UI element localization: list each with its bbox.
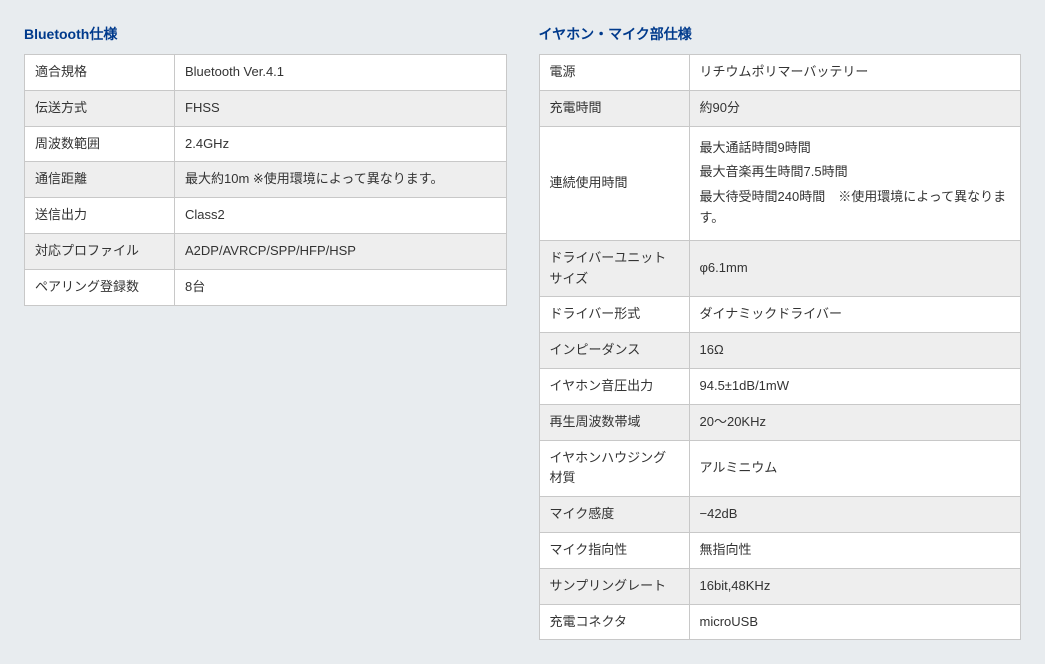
spec-value: 無指向性	[689, 532, 1021, 568]
table-row: マイク感度 −42dB	[539, 497, 1021, 533]
spec-value: FHSS	[175, 90, 507, 126]
right-column: イヤホン・マイク部仕様 電源 リチウムポリマーバッテリー 充電時間 約90分 連…	[539, 24, 1022, 640]
table-row: ドライバーユニットサイズ φ6.1mm	[539, 240, 1021, 297]
spec-label: 充電時間	[539, 90, 689, 126]
table-row: ペアリング登録数 8台	[25, 269, 507, 305]
spec-value: アルミニウム	[689, 440, 1021, 497]
spec-label: 通信距離	[25, 162, 175, 198]
spec-value: −42dB	[689, 497, 1021, 533]
table-row: サンプリングレート 16bit,48KHz	[539, 568, 1021, 604]
spec-label: インピーダンス	[539, 333, 689, 369]
spec-value-line: 最大音楽再生時間7.5時間	[700, 162, 1011, 183]
spec-label: 再生周波数帯域	[539, 404, 689, 440]
table-row: 充電時間 約90分	[539, 90, 1021, 126]
spec-value: 16bit,48KHz	[689, 568, 1021, 604]
spec-label: 電源	[539, 55, 689, 91]
spec-label: 充電コネクタ	[539, 604, 689, 640]
spec-value: Bluetooth Ver.4.1	[175, 55, 507, 91]
spec-value: 8台	[175, 269, 507, 305]
spec-value: Class2	[175, 198, 507, 234]
right-section-title: イヤホン・マイク部仕様	[539, 24, 1022, 46]
spec-value-line: 最大通話時間9時間	[700, 138, 1011, 159]
table-row: 連続使用時間 最大通話時間9時間 最大音楽再生時間7.5時間 最大待受時間240…	[539, 126, 1021, 240]
spec-label: サンプリングレート	[539, 568, 689, 604]
left-column: Bluetooth仕様 適合規格 Bluetooth Ver.4.1 伝送方式 …	[24, 24, 507, 306]
table-row: 対応プロファイル A2DP/AVRCP/SPP/HFP/HSP	[25, 233, 507, 269]
spec-value: 最大約10m ※使用環境によって異なります。	[175, 162, 507, 198]
spec-label: 周波数範囲	[25, 126, 175, 162]
spec-value: 2.4GHz	[175, 126, 507, 162]
spec-label: マイク感度	[539, 497, 689, 533]
left-section-title: Bluetooth仕様	[24, 24, 507, 46]
spec-label: ペアリング登録数	[25, 269, 175, 305]
spec-value: 16Ω	[689, 333, 1021, 369]
bluetooth-spec-table: 適合規格 Bluetooth Ver.4.1 伝送方式 FHSS 周波数範囲 2…	[24, 54, 507, 306]
spec-value: φ6.1mm	[689, 240, 1021, 297]
spec-label: マイク指向性	[539, 532, 689, 568]
table-row: ドライバー形式 ダイナミックドライバー	[539, 297, 1021, 333]
spec-label: イヤホンハウジング材質	[539, 440, 689, 497]
spec-label: イヤホン音圧出力	[539, 368, 689, 404]
table-row: 電源 リチウムポリマーバッテリー	[539, 55, 1021, 91]
table-row: マイク指向性 無指向性	[539, 532, 1021, 568]
table-row: 送信出力 Class2	[25, 198, 507, 234]
table-row: イヤホンハウジング材質 アルミニウム	[539, 440, 1021, 497]
earphone-mic-spec-table: 電源 リチウムポリマーバッテリー 充電時間 約90分 連続使用時間 最大通話時間…	[539, 54, 1022, 640]
spec-label: 適合規格	[25, 55, 175, 91]
spec-value: 最大通話時間9時間 最大音楽再生時間7.5時間 最大待受時間240時間 ※使用環…	[689, 126, 1021, 240]
spec-value: リチウムポリマーバッテリー	[689, 55, 1021, 91]
spec-columns: Bluetooth仕様 適合規格 Bluetooth Ver.4.1 伝送方式 …	[24, 24, 1021, 640]
table-row: インピーダンス 16Ω	[539, 333, 1021, 369]
spec-label: 送信出力	[25, 198, 175, 234]
spec-value-line: 最大待受時間240時間 ※使用環境によって異なります。	[700, 187, 1011, 229]
table-row: 伝送方式 FHSS	[25, 90, 507, 126]
table-row: 通信距離 最大約10m ※使用環境によって異なります。	[25, 162, 507, 198]
spec-value: ダイナミックドライバー	[689, 297, 1021, 333]
spec-value: 20～20KHz	[689, 404, 1021, 440]
spec-label: 伝送方式	[25, 90, 175, 126]
spec-value: microUSB	[689, 604, 1021, 640]
table-row: 適合規格 Bluetooth Ver.4.1	[25, 55, 507, 91]
spec-value: A2DP/AVRCP/SPP/HFP/HSP	[175, 233, 507, 269]
table-row: 再生周波数帯域 20～20KHz	[539, 404, 1021, 440]
table-row: 周波数範囲 2.4GHz	[25, 126, 507, 162]
spec-label: ドライバーユニットサイズ	[539, 240, 689, 297]
spec-value: 94.5±1dB/1mW	[689, 368, 1021, 404]
spec-value: 約90分	[689, 90, 1021, 126]
spec-label: 対応プロファイル	[25, 233, 175, 269]
spec-label: 連続使用時間	[539, 126, 689, 240]
table-row: イヤホン音圧出力 94.5±1dB/1mW	[539, 368, 1021, 404]
spec-label: ドライバー形式	[539, 297, 689, 333]
table-row: 充電コネクタ microUSB	[539, 604, 1021, 640]
